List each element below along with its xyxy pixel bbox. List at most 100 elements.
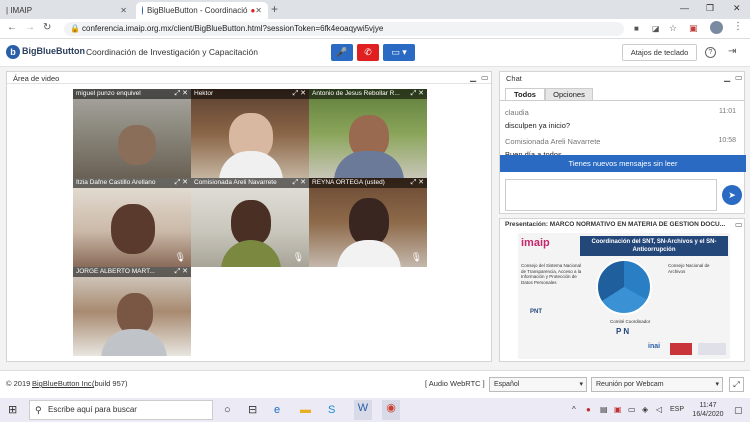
- clock[interactable]: 11:47 16/4/2020: [688, 401, 728, 419]
- maximize-panel-icon[interactable]: ▭: [735, 220, 743, 229]
- video-tile[interactable]: Antonio de Jesus Rebollar R... ⤢ ✕: [309, 89, 427, 178]
- chrome-icon[interactable]: ◉: [382, 400, 400, 420]
- back-arrow-icon[interactable]: ←: [7, 22, 17, 33]
- tab-todos[interactable]: Todos: [505, 88, 545, 100]
- browser-tab-bar: | IMAIP ✕ BigBlueButton - Coordinació ● …: [0, 0, 750, 19]
- slide-logo: imaip: [521, 237, 550, 249]
- chevron-up-icon[interactable]: ^: [572, 402, 576, 418]
- battery-icon[interactable]: ▭: [628, 402, 636, 418]
- new-messages-banner[interactable]: Tienes nuevos mensajes sin leer: [500, 155, 746, 172]
- microphone-button[interactable]: 🎤: [331, 44, 353, 61]
- layout-value: Reunión por Webcam: [596, 381, 664, 388]
- video-tile[interactable]: miguel punzo enquivel ⤢ ✕: [73, 89, 191, 178]
- chat-input[interactable]: [505, 179, 717, 211]
- minimize-panel-icon[interactable]: ▁: [470, 73, 476, 82]
- video-tile[interactable]: Hektor ⤢ ✕: [191, 89, 309, 178]
- bigbluebutton-link[interactable]: BigBlueButton Inc.: [32, 379, 94, 388]
- tray-icon[interactable]: ▣: [614, 402, 622, 418]
- help-icon[interactable]: ?: [705, 47, 716, 58]
- copyright: © 2019: [6, 379, 31, 388]
- participant-name: Itzia Dafne Castillo Arellano: [73, 178, 191, 188]
- profile-icon[interactable]: [710, 21, 723, 34]
- participant-name: Comisionada Areli Navarrete: [191, 178, 309, 188]
- participant-video: [349, 198, 389, 246]
- word-icon[interactable]: W: [354, 400, 372, 420]
- windows-start-icon[interactable]: ⊞: [8, 402, 17, 418]
- message-text: disculpen ya inicio?: [505, 121, 571, 130]
- maximize-icon[interactable]: ❐: [706, 3, 714, 14]
- close-icon[interactable]: ✕: [120, 6, 127, 15]
- slide-pn: P N: [616, 327, 630, 336]
- participant-name: JORGE ALBERTO MART...: [73, 267, 191, 277]
- video-tile[interactable]: Comisionada Areli Navarrete ⤢ ✕ 🎙: [191, 178, 309, 267]
- tile-controls-icon[interactable]: ⤢ ✕: [293, 178, 306, 188]
- video-panel: Área de video ▁ ▭ miguel punzo enquivel …: [6, 71, 492, 362]
- tile-controls-icon[interactable]: ⤢ ✕: [175, 267, 188, 277]
- fullscreen-icon[interactable]: ⤢: [729, 377, 744, 392]
- tab-opciones[interactable]: Opciones: [545, 88, 593, 100]
- participant-video: [334, 151, 404, 178]
- tile-controls-icon[interactable]: ⤢ ✕: [293, 89, 306, 99]
- volume-icon[interactable]: ◁: [656, 402, 662, 418]
- edge-icon[interactable]: e: [274, 402, 280, 418]
- tray-icon[interactable]: ▤: [600, 402, 608, 418]
- slide-inai: inai: [648, 343, 661, 350]
- taskbar-search[interactable]: ⚲ Escribe aquí para buscar: [29, 400, 213, 420]
- clock-time: 11:47: [699, 402, 717, 409]
- tile-controls-icon[interactable]: ⤢ ✕: [175, 178, 188, 188]
- menu-icon[interactable]: ⋮: [733, 21, 743, 32]
- maximize-panel-icon[interactable]: ▭: [481, 73, 489, 82]
- presentation-panel: Presentación: MARCO NORMATIVO EN MATERIA…: [499, 218, 745, 362]
- language-select[interactable]: Español ▾: [489, 377, 587, 392]
- browser-tab-bigbluebutton[interactable]: BigBlueButton - Coordinació ● ✕: [136, 2, 268, 19]
- network-icon[interactable]: ◈: [642, 402, 648, 418]
- skype-icon[interactable]: S: [328, 402, 335, 418]
- new-tab-icon[interactable]: +: [271, 2, 278, 16]
- muted-mic-icon: 🎙: [292, 252, 304, 262]
- forward-arrow-icon[interactable]: →: [25, 22, 35, 33]
- video-panel-title: Área de video: [13, 74, 60, 83]
- video-tile[interactable]: Itzia Dafne Castillo Arellano ⤢ ✕ 🎙: [73, 178, 191, 267]
- muted-mic-icon: 🎙: [410, 252, 422, 262]
- maximize-panel-icon[interactable]: ▭: [735, 73, 743, 82]
- translate-icon[interactable]: ◪: [652, 24, 660, 33]
- tile-controls-icon[interactable]: ⤢ ✕: [411, 178, 424, 188]
- minimize-icon[interactable]: —: [680, 3, 689, 13]
- logout-icon[interactable]: ⇥: [728, 46, 736, 57]
- file-explorer-icon[interactable]: ▬: [300, 402, 311, 418]
- participant-video: [111, 204, 155, 254]
- slide-left-text: Consejo del Sistema Nacional de Transpar…: [521, 263, 582, 285]
- language-indicator[interactable]: ESP: [670, 406, 684, 413]
- message-time: 11:01: [719, 108, 736, 115]
- slide-diagram: [596, 259, 652, 315]
- slide-pnt: PNT: [530, 309, 542, 315]
- task-view-icon[interactable]: ○: [224, 402, 231, 418]
- send-button[interactable]: ➤: [722, 185, 742, 205]
- camera-icon[interactable]: ■: [634, 24, 639, 33]
- notifications-icon[interactable]: ▢: [734, 402, 743, 418]
- video-tile[interactable]: JORGE ALBERTO MART... ⤢ ✕: [73, 267, 191, 356]
- tile-controls-icon[interactable]: ⤢ ✕: [411, 89, 424, 99]
- reload-icon[interactable]: ↻: [43, 22, 51, 33]
- extension-icon[interactable]: ▣: [689, 23, 698, 34]
- star-icon[interactable]: ☆: [669, 23, 677, 34]
- chevron-down-icon: ▾: [715, 381, 719, 388]
- tray-icon[interactable]: ●: [586, 402, 591, 418]
- url-field[interactable]: 🔒 conferencia.imaip.org.mx/client/BigBlu…: [64, 22, 624, 36]
- brand-name: BigBlueButton: [22, 46, 85, 56]
- divider: [7, 83, 491, 84]
- webcam-button[interactable]: ▭ ▾: [383, 44, 415, 61]
- tile-controls-icon[interactable]: ⤢ ✕: [175, 89, 188, 99]
- video-tile[interactable]: REYNA ORTEGA (usted) ⤢ ✕ 🎙: [309, 178, 427, 267]
- browser-tab-imaip[interactable]: | IMAIP ✕: [0, 2, 133, 19]
- hangup-button[interactable]: ✆: [357, 44, 379, 61]
- search-placeholder: Escribe aquí para buscar: [48, 405, 137, 414]
- multitask-icon[interactable]: ⊟: [248, 402, 257, 418]
- close-icon[interactable]: ✕: [255, 6, 262, 15]
- window-close-icon[interactable]: ✕: [733, 3, 741, 14]
- lock-icon: 🔒: [70, 24, 80, 33]
- address-bar-row: ← → ↻ 🔒 conferencia.imaip.org.mx/client/…: [0, 19, 750, 39]
- keyboard-shortcuts-button[interactable]: Atajos de teclado: [622, 44, 697, 61]
- minimize-panel-icon[interactable]: ▁: [724, 73, 730, 82]
- layout-select[interactable]: Reunión por Webcam ▾: [591, 377, 723, 392]
